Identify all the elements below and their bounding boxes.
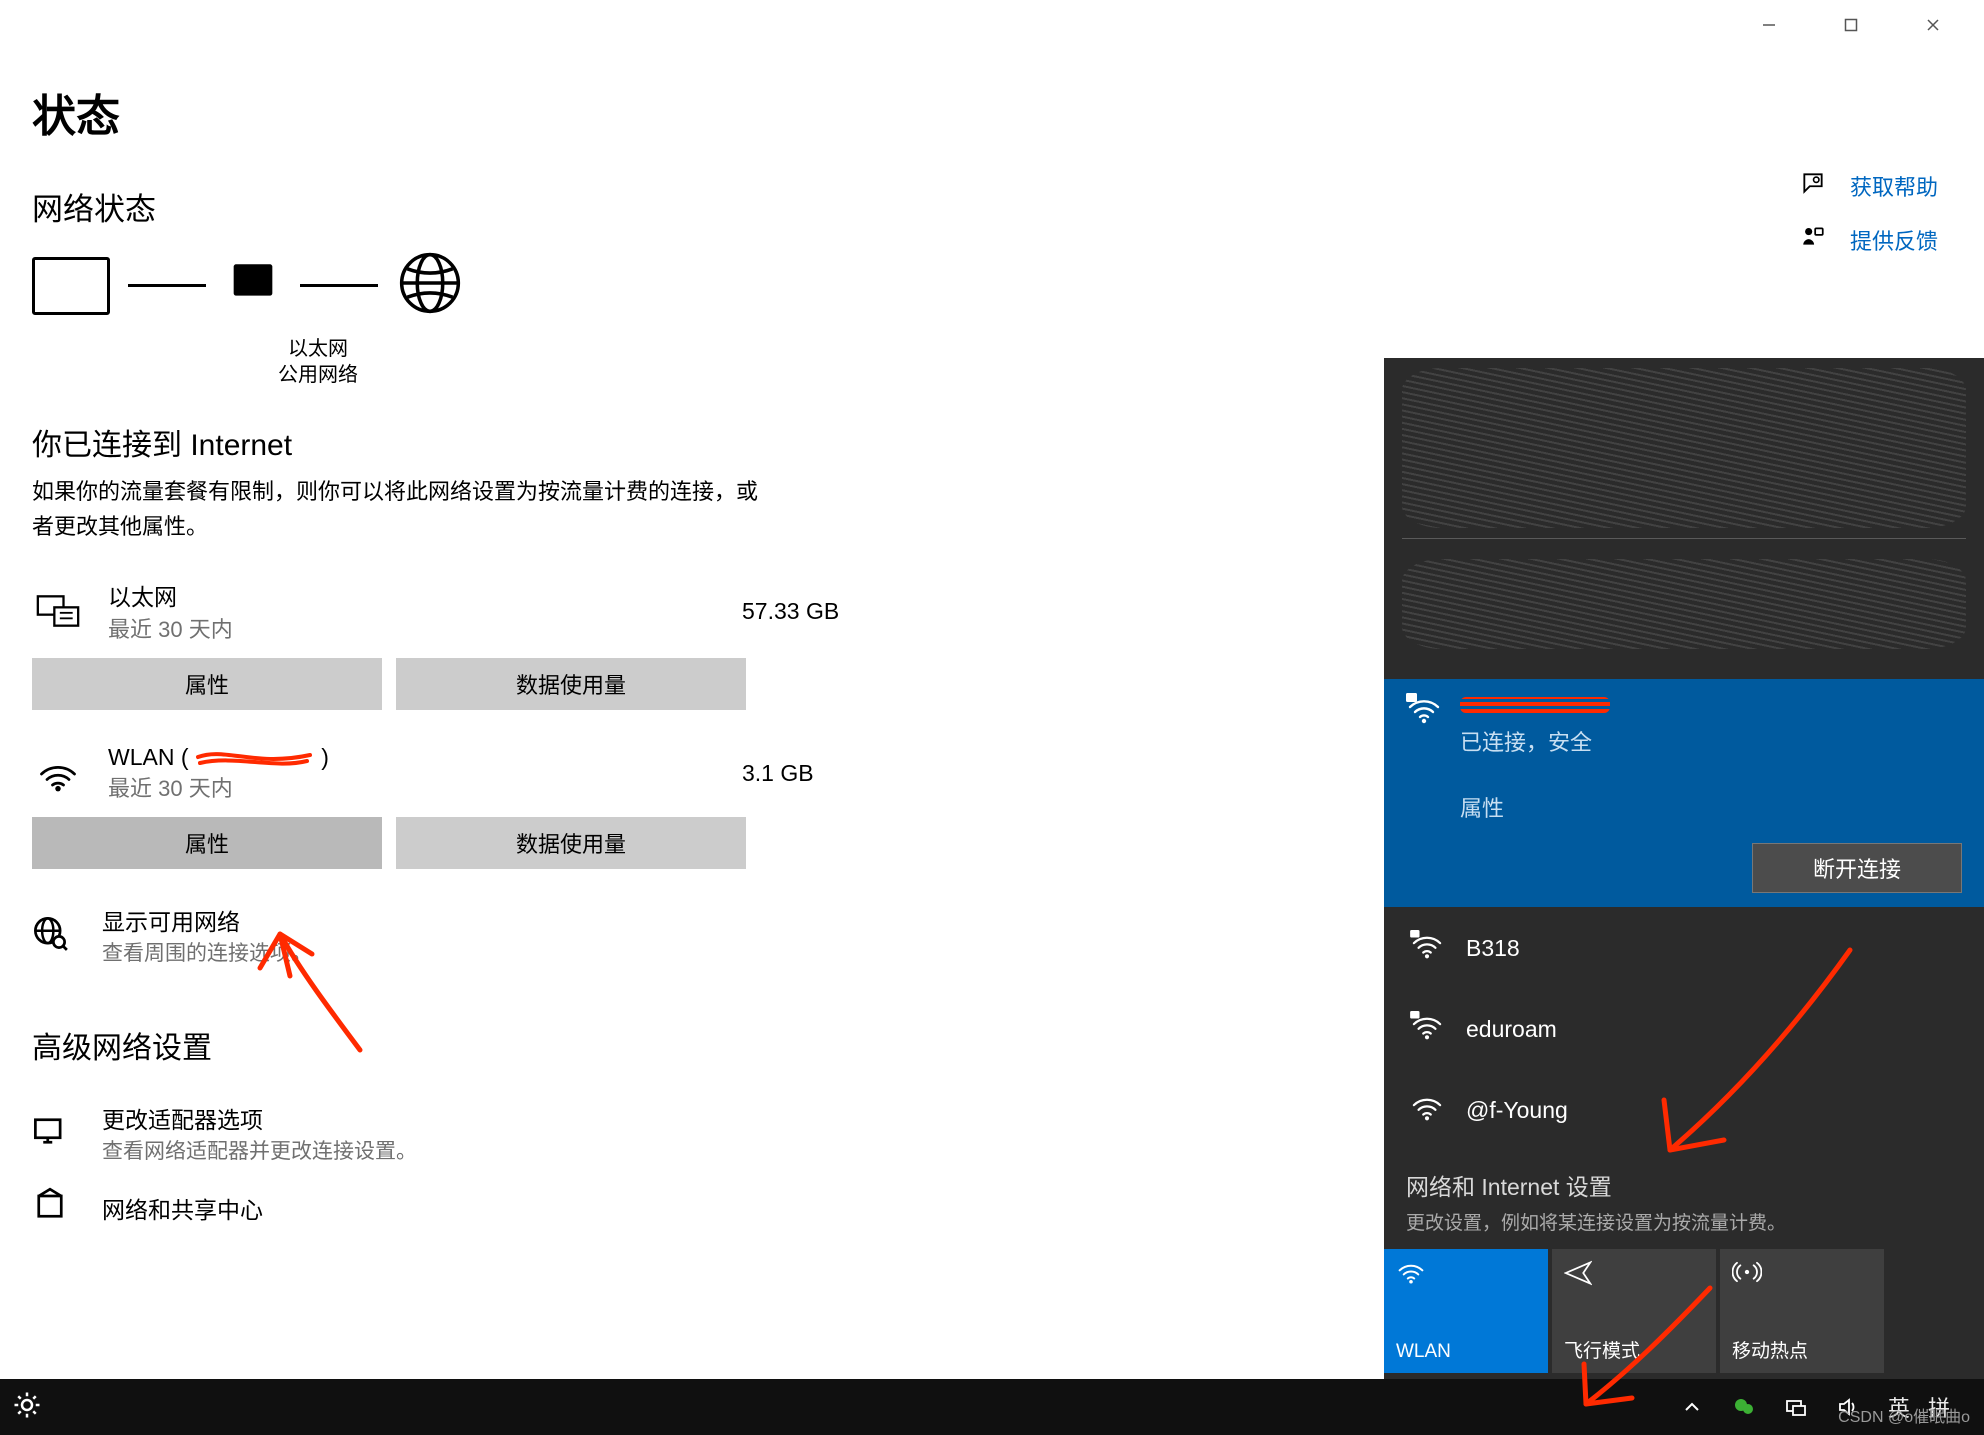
window-titlebar: [1746, 0, 1984, 50]
ssid-redacted: [1460, 697, 1610, 713]
secured-wifi-icon: [1410, 930, 1444, 966]
advanced-heading: 高级网络设置: [32, 1023, 892, 1067]
show-available-networks[interactable]: 显示可用网络 查看周围的连接选项。: [32, 903, 892, 967]
wlan-usage-button[interactable]: 数据使用量: [396, 817, 746, 869]
show-networks-title: 显示可用网络: [102, 903, 312, 937]
wlan-properties-button[interactable]: 属性: [32, 817, 382, 869]
chat-help-icon: [1800, 170, 1828, 202]
maximize-button[interactable]: [1828, 2, 1874, 48]
wifi-name: @f-Young: [1466, 1097, 1568, 1124]
help-links: 获取帮助 提供反馈: [1800, 170, 1938, 256]
taskbar[interactable]: 英 拼: [0, 1379, 1984, 1435]
network-usage: 57.33 GB: [742, 598, 892, 625]
wifi-icon: [1396, 1259, 1536, 1291]
network-status-heading: 网络状态: [32, 184, 892, 229]
network-device-icon: [224, 257, 282, 315]
wlan-tile[interactable]: WLAN: [1384, 1249, 1548, 1373]
feedback-icon: [1800, 224, 1828, 256]
wifi-name: B318: [1466, 935, 1520, 962]
feedback-link[interactable]: 提供反馈: [1800, 224, 1938, 256]
connected-properties-link[interactable]: 属性: [1460, 791, 1962, 823]
connection-status: 已连接，安全: [1460, 725, 1962, 757]
feedback-label: 提供反馈: [1850, 224, 1938, 256]
net-settings-title: 网络和 Internet 设置: [1406, 1168, 1962, 1202]
show-networks-sub: 查看周围的连接选项。: [102, 937, 312, 967]
adapter-sub: 查看网络适配器并更改连接设置。: [102, 1135, 417, 1165]
wifi-name: eduroam: [1466, 1016, 1557, 1043]
globe-search-icon: [32, 915, 76, 956]
page-title: 状态: [32, 80, 892, 144]
get-help-link[interactable]: 获取帮助: [1800, 170, 1938, 202]
quick-action-tiles: WLAN 飞行模式 移动热点: [1384, 1243, 1984, 1373]
connection-diagram: [32, 249, 892, 322]
open-wifi-icon: [1410, 1092, 1444, 1128]
network-row-wlan: WLAN ( ) 最近 30 天内 3.1 GB: [32, 744, 892, 803]
network-usage: 3.1 GB: [742, 760, 892, 787]
network-name: WLAN ( ): [108, 744, 718, 771]
adapter-icon: [32, 1113, 76, 1154]
close-button[interactable]: [1910, 2, 1956, 48]
hotspot-tile[interactable]: 移动热点: [1720, 1249, 1884, 1373]
computer-icon: [32, 257, 110, 315]
secured-wifi-icon: [1406, 693, 1442, 731]
network-tray-icon[interactable]: [1784, 1395, 1808, 1419]
ethernet-icon: [32, 591, 84, 631]
tile-label: WLAN: [1396, 1341, 1536, 1363]
tile-label: 移动热点: [1732, 1336, 1872, 1363]
watermark: CSDN @o催眠曲o: [1838, 1403, 1970, 1427]
network-settings-link[interactable]: 网络和 Internet 设置 更改设置，例如将某连接设置为按流量计费。: [1384, 1150, 1984, 1243]
diagram-line: [300, 284, 378, 287]
diagram-line: [128, 284, 206, 287]
settings-content: 状态 网络状态 以太网 公用网络 你已连接到 Internet 如果你的流量套餐…: [32, 80, 892, 1228]
adapter-options[interactable]: 更改适配器选项 查看网络适配器并更改连接设置。: [32, 1101, 892, 1165]
chevron-up-icon[interactable]: [1680, 1395, 1704, 1419]
ethernet-properties-button[interactable]: 属性: [32, 658, 382, 710]
redacted-area: [1402, 368, 1966, 528]
wifi-item[interactable]: B318: [1384, 907, 1984, 988]
network-sub: 最近 30 天内: [108, 771, 718, 803]
wifi-item[interactable]: eduroam: [1384, 988, 1984, 1069]
secured-wifi-icon: [1410, 1011, 1444, 1047]
network-name: 以太网: [108, 578, 718, 612]
network-sub: 最近 30 天内: [108, 612, 718, 644]
connected-network-card[interactable]: 已连接，安全 属性 断开连接: [1384, 679, 1984, 907]
sharing-icon: [32, 1187, 76, 1228]
network-row-ethernet: 以太网 最近 30 天内 57.33 GB: [32, 578, 892, 644]
connected-description: 如果你的流量套餐有限制，则你可以将此网络设置为按流量计费的连接，或者更改其他属性…: [32, 474, 772, 544]
net-settings-sub: 更改设置，例如将某连接设置为按流量计费。: [1406, 1208, 1962, 1235]
hotspot-icon: [1732, 1259, 1872, 1291]
diagram-device-label: 以太网 公用网络: [258, 336, 378, 388]
redacted-area: [1402, 538, 1966, 669]
airplane-tile[interactable]: 飞行模式: [1552, 1249, 1716, 1373]
ethernet-usage-button[interactable]: 数据使用量: [396, 658, 746, 710]
tile-label: 飞行模式: [1564, 1336, 1704, 1363]
sharing-title: 网络和共享中心: [102, 1191, 263, 1225]
disconnect-button[interactable]: 断开连接: [1752, 843, 1962, 893]
get-help-label: 获取帮助: [1850, 170, 1938, 202]
wifi-item[interactable]: @f-Young: [1384, 1069, 1984, 1150]
globe-icon: [396, 249, 464, 322]
sharing-center[interactable]: 网络和共享中心: [32, 1187, 892, 1228]
connected-heading: 你已连接到 Internet: [32, 420, 892, 464]
wechat-icon[interactable]: [1732, 1395, 1756, 1419]
minimize-button[interactable]: [1746, 2, 1792, 48]
gear-icon: [12, 1390, 42, 1420]
airplane-icon: [1564, 1259, 1704, 1291]
network-flyout: 已连接，安全 属性 断开连接 B318 eduroam @f-Young 网络和…: [1384, 358, 1984, 1383]
adapter-title: 更改适配器选项: [102, 1101, 417, 1135]
wifi-icon: [32, 754, 84, 794]
